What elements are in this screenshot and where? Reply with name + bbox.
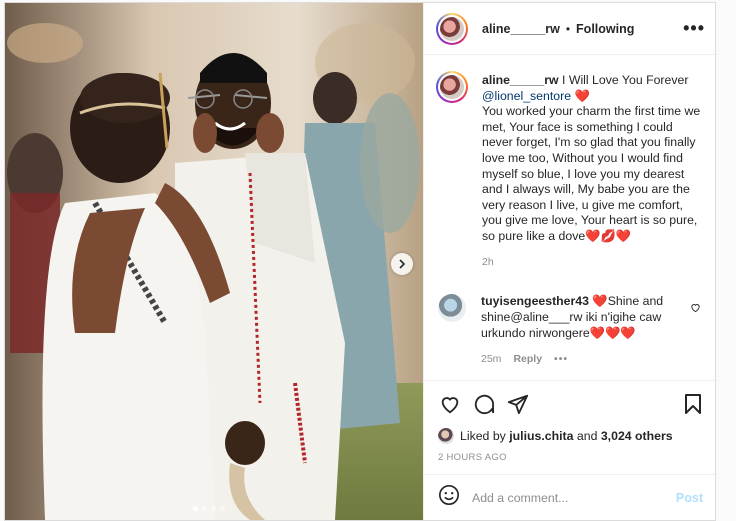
following-button[interactable]: Following [576,22,634,36]
add-comment-bar: Post [424,474,715,520]
comments-section: aline_____rw I Will Love You Forever @li… [424,55,715,380]
author-username[interactable]: aline_____rw [482,22,560,36]
likes-and: and [576,429,598,443]
caption-username[interactable]: aline_____rw [482,73,559,87]
page: aline_____rw • Following ••• aline_____r… [0,0,736,521]
caption-avatar[interactable] [436,71,468,103]
caption-emojis: ❤️💋❤️ [585,228,632,243]
post-media[interactable] [5,3,423,520]
likes-count[interactable]: 3,024 others [601,429,673,443]
likes-summary: Liked by julius.chita and 3,024 others [424,426,715,446]
comment-more-icon[interactable]: ••• [554,352,568,368]
caption: aline_____rw I Will Love You Forever @li… [436,71,703,270]
reply-button[interactable]: Reply [513,352,542,368]
comment-time: 25m [481,352,502,365]
comment-text: tuyisengeesther43 ❤️Shine and shine@alin… [481,294,686,367]
mention-link[interactable]: @lionel_sentore [482,89,571,103]
likes-prefix: Liked by [460,429,506,443]
post-modal: aline_____rw • Following ••• aline_____r… [4,2,716,521]
share-paper-plane-icon[interactable] [506,392,530,416]
add-comment-input[interactable] [472,490,676,505]
liker-username[interactable]: julius.chita [509,429,573,443]
carousel-dot [193,506,198,511]
emoji-smiley-icon[interactable] [438,484,460,511]
carousel-indicator [193,506,225,511]
liker-avatar[interactable] [438,428,454,444]
carousel-dot [211,506,216,511]
separator-dot: • [565,21,571,36]
action-bar [424,380,715,426]
post-comment-button[interactable]: Post [676,491,703,505]
comment-item: tuyisengeesther43 ❤️Shine and shine@alin… [436,294,703,367]
more-options-icon[interactable]: ••• [683,18,705,39]
post-timestamp[interactable]: 2 HOURS AGO [424,446,715,474]
carousel-dot [220,506,225,511]
post-header: aline_____rw • Following ••• [424,3,715,55]
post-sidebar: aline_____rw • Following ••• aline_____r… [423,3,715,520]
commenter-username[interactable]: tuyisengeesther43 [481,294,589,308]
heart-emoji: ❤️ [574,88,590,103]
like-heart-icon[interactable] [438,392,462,416]
post-photo [5,3,423,520]
caption-body: You worked your charm the first time we … [482,104,701,243]
caption-time: 2h [482,255,494,268]
comment-bubble-icon[interactable] [472,392,496,416]
comment-like-heart-icon[interactable] [690,300,701,318]
comment-meta: 25m Reply ••• [481,352,686,368]
save-bookmark-icon[interactable] [681,392,705,416]
carousel-dot [202,506,207,511]
caption-text: aline_____rw I Will Love You Forever @li… [482,73,702,270]
next-slide-button[interactable] [391,253,413,275]
author-avatar[interactable] [436,12,468,45]
chevron-right-icon [399,259,406,269]
commenter-avatar[interactable] [438,294,466,323]
caption-title: I Will Love You Forever [562,73,689,87]
